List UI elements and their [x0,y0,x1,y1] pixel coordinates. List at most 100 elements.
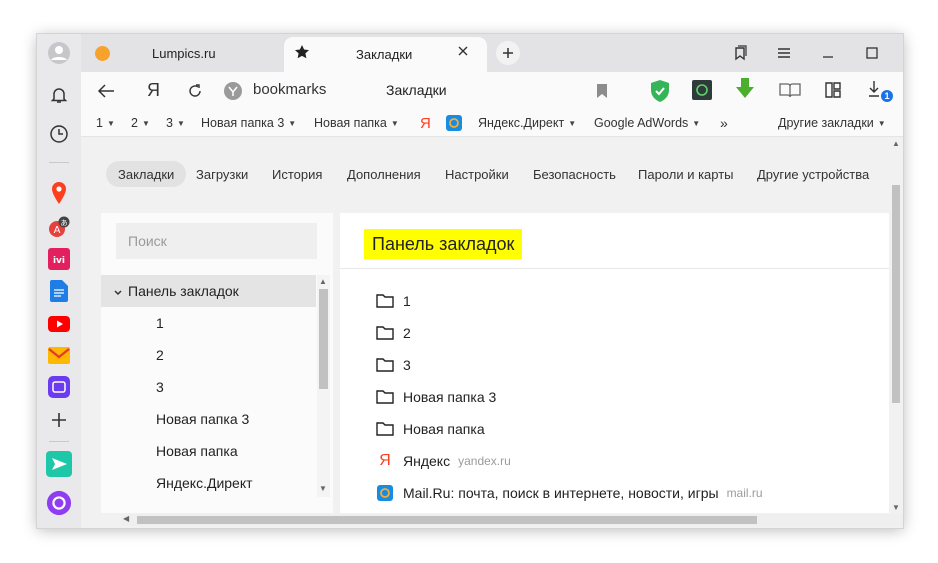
page-content: Закладки Загрузки История Дополнения Нас… [81,136,903,528]
tree-item[interactable]: 1 [101,307,316,339]
extension-dark-icon[interactable] [692,80,712,105]
link-item[interactable]: Mail.Ru: почта, поиск в интернете, новос… [376,477,763,509]
tree-item[interactable]: 3 [101,371,316,403]
close-icon[interactable] [457,45,469,60]
folder-tree-panel: Поиск Панель закладок 1 2 3 Новая папка … [101,213,333,513]
tab-lumpics[interactable]: Lumpics.ru [81,34,284,72]
other-bookmarks[interactable]: Другие закладки ▼ [778,110,886,136]
mailru-bookmark-icon[interactable] [446,110,462,136]
messenger-icon[interactable] [46,374,72,400]
bookmark-folder-1[interactable]: 1 ▼ [96,110,115,136]
bookmark-label: 1 [96,116,103,130]
folder-item[interactable]: Новая папка [376,413,485,445]
send-icon[interactable] [46,451,72,477]
extensions-icon[interactable] [824,80,842,105]
tab-downloads[interactable]: Загрузки [184,161,260,187]
reload-icon[interactable] [187,83,203,104]
app-sidebar: Aあ ivi [37,34,81,528]
item-label: Новая папка 3 [403,389,497,405]
download-helper-icon[interactable] [735,77,755,106]
tab-security[interactable]: Безопасность [521,161,628,187]
item-url: yandex.ru [458,454,511,468]
youtube-icon[interactable] [46,311,72,337]
horizontal-scrollbar[interactable]: ◀ ▶ [121,514,903,526]
scroll-down-icon[interactable]: ▼ [892,503,900,512]
item-label: 2 [403,325,411,341]
scroll-thumb[interactable] [892,185,900,403]
item-label: 3 [403,357,411,373]
maximize-icon[interactable] [850,34,894,72]
new-tab-button[interactable] [496,41,520,65]
tree-item[interactable]: Яндекс.Директ [101,467,316,499]
address-input[interactable]: bookmarks [253,81,326,98]
caret-down-icon: ▼ [390,118,399,128]
tab-bookmarks-nav[interactable]: Закладки [106,161,187,187]
scroll-up-icon[interactable]: ▲ [892,139,900,148]
more-bookmarks-icon[interactable]: » [720,110,728,136]
tab-other-devices[interactable]: Другие устройства [745,161,881,187]
downloads-badge: 1 [881,90,893,102]
tree-scrollbar[interactable]: ▲ ▼ [317,275,330,497]
tab-passwords[interactable]: Пароли и карты [626,161,746,187]
tab-settings[interactable]: Настройки [433,161,521,187]
tree-item[interactable]: Новая папка [101,435,316,467]
folder-item[interactable]: Новая папка 3 [376,381,496,413]
folder-item[interactable]: 2 [376,317,411,349]
tree-item[interactable]: 2 [101,339,316,371]
bookmark-folder-3[interactable]: 3 ▼ [166,110,185,136]
bookmark-label: Другие закладки [778,116,874,130]
site-info-icon[interactable] [223,81,243,106]
search-input[interactable]: Поиск [116,223,317,259]
add-panel-icon[interactable] [46,407,72,433]
tab-bookmarks[interactable]: Закладки [284,37,487,72]
link-item[interactable]: Я Яндекс yandex.ru [376,445,511,477]
folder-item[interactable]: 3 [376,349,411,381]
translate-icon[interactable]: Aあ [46,214,72,240]
scroll-up-icon[interactable]: ▲ [319,277,327,286]
mailru-favicon-icon [376,484,394,502]
history-clock-icon[interactable] [46,121,72,147]
profile-avatar-icon[interactable] [46,40,72,66]
divider [340,268,890,269]
bookmark-folder-new3[interactable]: Новая папка 3 ▼ [201,110,296,136]
alice-icon[interactable] [46,490,72,516]
mail-icon[interactable] [46,342,72,368]
caret-down-icon: ▼ [568,118,577,128]
reader-icon[interactable] [779,82,801,103]
tree-item[interactable]: Новая папка 3 [101,403,316,435]
folder-item[interactable]: 1 [376,285,411,317]
minimize-icon[interactable] [806,34,850,72]
bookmark-label: Яндекс.Директ [478,116,565,130]
item-label: 1 [403,293,411,309]
bookmark-direct[interactable]: Яндекс.Директ ▼ [478,110,576,136]
yandex-favicon-icon: Я [379,452,391,469]
item-label: Яндекс [403,453,451,469]
bell-icon[interactable] [46,82,72,108]
caret-down-icon: ▼ [141,118,150,128]
scroll-thumb[interactable] [137,516,757,524]
shield-icon[interactable] [650,79,670,108]
ivi-icon[interactable]: ivi [46,246,72,272]
docs-icon[interactable] [46,278,72,304]
bookmark-folder-2[interactable]: 2 ▼ [131,110,150,136]
tab-history[interactable]: История [260,161,334,187]
tree-root[interactable]: Панель закладок [101,275,316,307]
tab-title: Закладки [356,47,413,62]
yandex-bookmark-icon[interactable]: Я [420,110,431,136]
scroll-thumb[interactable] [319,289,328,389]
tree-label: Панель закладок [128,283,239,299]
maps-pin-icon[interactable] [46,180,72,206]
tab-extensions[interactable]: Дополнения [335,161,433,187]
bookmark-folder-new[interactable]: Новая папка ▼ [314,110,399,136]
bookmark-flag-icon[interactable] [596,83,608,104]
back-arrow-icon[interactable] [97,83,115,104]
scroll-down-icon[interactable]: ▼ [319,484,327,493]
menu-icon[interactable] [762,34,806,72]
bookmark-label: Новая папка [314,116,387,130]
scroll-left-icon[interactable]: ◀ [123,514,129,523]
collections-icon[interactable] [718,34,762,72]
page-scrollbar[interactable]: ▲ ▼ [889,137,903,517]
window-close-icon[interactable] [894,34,903,72]
bookmark-adwords[interactable]: Google AdWords ▼ [594,110,700,136]
yandex-button-icon[interactable]: Я [147,80,160,101]
